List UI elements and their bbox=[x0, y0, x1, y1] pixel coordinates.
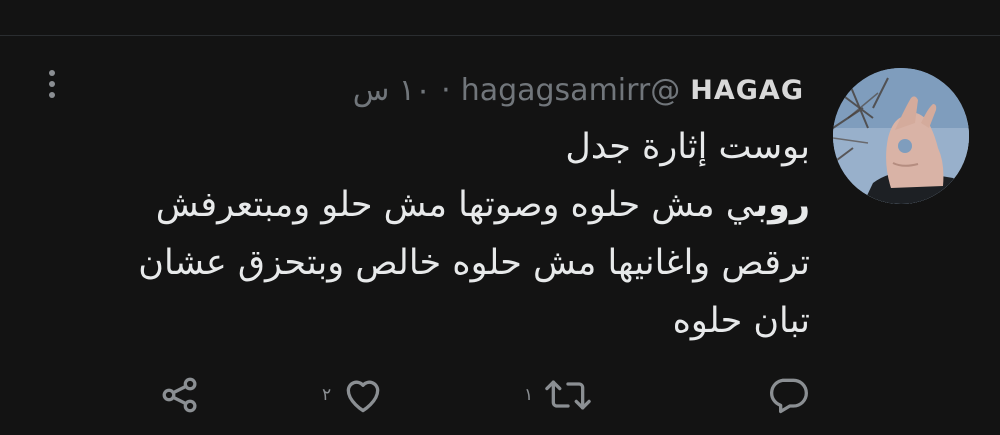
tweet-text-line-4: تبان حلوه bbox=[672, 301, 810, 341]
heart-icon bbox=[346, 380, 380, 413]
retweet-button[interactable]: ١ bbox=[524, 373, 593, 417]
user-handle[interactable]: @hagagsamirr bbox=[461, 73, 681, 108]
tweet-text-line-2: روبي مش حلوه وصوتها مش حلو ومبتعرفش bbox=[60, 176, 810, 234]
tweet-text-line-1: بوست إثارة جدل bbox=[565, 127, 810, 167]
speech-bubble-icon bbox=[770, 378, 808, 414]
share-button[interactable] bbox=[158, 373, 202, 417]
reply-button[interactable] bbox=[756, 373, 810, 417]
tweet-text-bold-word: روب bbox=[754, 185, 810, 225]
tweet-text-line-3: ترقص واغانيها مش حلوه خالص وبتحزق عشان bbox=[138, 243, 810, 283]
retweet-arrows-icon bbox=[545, 380, 591, 410]
like-count: ٢ bbox=[322, 385, 332, 405]
like-button[interactable]: ٢ bbox=[322, 373, 385, 417]
tweet-actions: ١ ٢ bbox=[0, 373, 1000, 423]
retweet-count: ١ bbox=[524, 385, 534, 405]
tweet-text: بوست إثارة جدل روبي مش حلوه وصوتها مش حل… bbox=[60, 118, 810, 350]
tweet-text-line-2-rest: ي مش حلوه وصوتها مش حلو ومبتعرفش bbox=[155, 185, 755, 225]
separator-dot: · bbox=[441, 72, 451, 108]
display-name[interactable]: HAGAG bbox=[690, 75, 804, 106]
vertical-dots-icon[interactable] bbox=[40, 70, 64, 106]
share-nodes-icon bbox=[162, 377, 197, 413]
tweet-header: HAGAG @hagagsamirr · ١٠ س bbox=[276, 68, 804, 112]
avatar[interactable] bbox=[833, 68, 969, 204]
timestamp[interactable]: ١٠ س bbox=[353, 73, 431, 108]
